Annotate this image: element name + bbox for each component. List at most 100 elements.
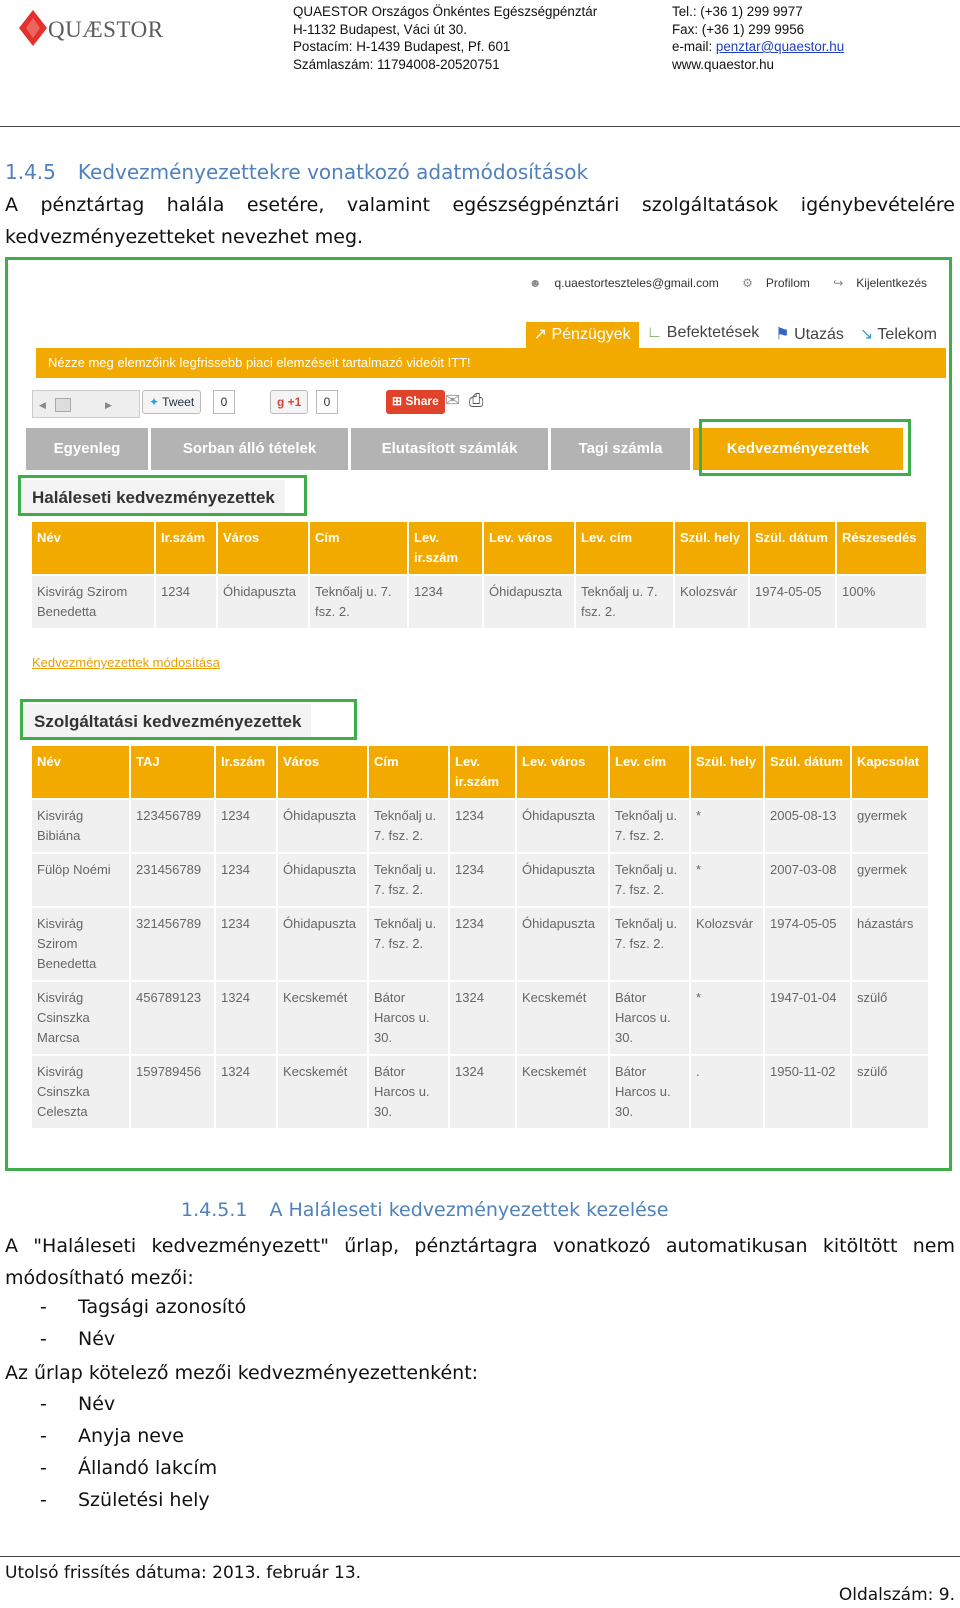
table-row: Kisvirág Bibiána 123456789 1234 Óhidapuszta… [30, 798, 930, 854]
chart-arrow-icon: ↗ [533, 326, 552, 343]
table-cell: Kisvirág Szirom Benedetta [30, 906, 131, 982]
print-icon[interactable]: ⎙ [469, 390, 483, 411]
list-bullet: - [40, 1393, 47, 1415]
required-intro: Az űrlap kötelező mezői kedvezményezette… [5, 1362, 479, 1384]
promo-banner[interactable]: Nézze meg elemzőink legfrissebb piaci el… [36, 348, 946, 378]
tweet-button[interactable]: ✦ Tweet [142, 390, 202, 414]
table-cell: 159789456 [129, 1054, 216, 1130]
contact-block: Tel.: (+36 1) 299 9977 Fax: (+36 1) 299 … [672, 3, 844, 73]
modify-beneficiaries-link[interactable]: Kedvezményezettek módosítása [32, 655, 220, 670]
table-cell: 1950-11-02 [763, 1054, 852, 1130]
table-cell: Kecskemét [276, 980, 369, 1056]
footer-rule [0, 1556, 960, 1557]
table-cell: Óhidapuszta [276, 852, 369, 908]
table-row: Kisvirág Csinszka Marcsa 456789123 1324 Kec… [30, 980, 930, 1056]
table-cell: Óhidapuszta [515, 852, 610, 908]
table-cell: 1324 [448, 1054, 517, 1130]
user-account[interactable]: ☻ q.uaestorteszteles@gmail.com [519, 276, 719, 290]
list-item: - Tagsági azonosító [40, 1296, 246, 1318]
table-cell: 1324 [214, 1054, 278, 1130]
table-cell: Teknőalj u. 7. fsz. 2. [608, 798, 691, 854]
column-header: Részesedés [835, 520, 928, 576]
list-bullet: - [40, 1328, 47, 1350]
user-bar: ☻ q.uaestorteszteles@gmail.com ⚙ Profilom … [509, 276, 927, 290]
list-bullet: - [40, 1296, 47, 1318]
table-cell: 1234 [214, 798, 278, 854]
menu-item-utazas[interactable]: ⚑ Utazás [767, 322, 852, 350]
column-header: Lev. város [515, 744, 610, 800]
table-cell: Óhidapuszta [276, 798, 369, 854]
table-row: Fülöp Noémi 231456789 1234 Óhidapuszta Teknő… [30, 852, 930, 908]
chart-icon: ∟ [646, 324, 667, 341]
table-cell: 123456789 [129, 798, 216, 854]
tab-egyenleg[interactable]: Egyenleg [26, 428, 148, 470]
gear-icon: ⚙ [742, 276, 753, 290]
profile-link[interactable]: ⚙ Profilom [732, 276, 810, 290]
tab-elutasitott[interactable]: Elutasított számlák [351, 428, 548, 470]
page-number: Oldalszám: 9. [838, 1585, 955, 1605]
table-row: Kisvirág Csinszka Celeszta 159789456 1324 K… [30, 1054, 930, 1130]
table-cell: 1324 [214, 980, 278, 1056]
share-button[interactable]: ⊞ Share [386, 390, 445, 414]
menu-item-penzugyek[interactable]: ↗ Pénzügyek [525, 322, 639, 350]
highlight-box-service [20, 699, 357, 740]
logout-link[interactable]: ↪ Kijelentkezés [823, 276, 927, 290]
profile-label: Profilom [765, 276, 810, 290]
menu-item-befektetesek[interactable]: ∟ Befektetések [639, 322, 768, 350]
gplus-button[interactable]: g +1 [270, 390, 309, 414]
column-header: Lev. ir.szám [448, 744, 517, 800]
table-row: Kisvirág Szirom Benedetta 1234 Óhidapuszta… [30, 574, 928, 630]
twitter-icon: ✦ [149, 395, 163, 409]
menu-item-telekom[interactable]: ↘ Telekom [852, 322, 945, 350]
list-item-text: Név [78, 1393, 116, 1415]
table-cell: Kecskemét [515, 1054, 610, 1130]
tab-tagi-szamla[interactable]: Tagi számla [551, 428, 690, 470]
table-cell: Kisvirág Csinszka Celeszta [30, 1054, 131, 1130]
table-cell: 1974-05-05 [763, 906, 852, 982]
table-cell: 1234 [214, 906, 278, 982]
logout-icon: ↪ [833, 276, 844, 290]
section-number: 1.4.5 [5, 160, 56, 184]
website[interactable]: www.quaestor.hu [672, 56, 844, 74]
column-header: Lev. cím [574, 520, 675, 576]
font-size-slider[interactable]: ◀ ▶ [32, 390, 140, 418]
table-cell: Kecskemét [515, 980, 610, 1056]
table-cell: 1947-01-04 [763, 980, 852, 1056]
email-link[interactable]: penztar@quaestor.hu [716, 39, 844, 54]
slider-handle[interactable] [55, 398, 71, 412]
email-icon[interactable]: ✉ [445, 390, 460, 411]
tab-sorban-allo[interactable]: Sorban álló tételek [151, 428, 348, 470]
table-cell: 321456789 [129, 906, 216, 982]
list-item-text: Születési hely [78, 1489, 210, 1511]
menu-label: Telekom [877, 326, 937, 343]
fax: Fax: (+36 1) 299 9956 [672, 21, 805, 37]
column-header: Cím [308, 520, 409, 576]
column-header: Lev. ir.szám [407, 520, 484, 576]
column-header: Szül. hely [673, 520, 750, 576]
list-item-text: Tagsági azonosító [78, 1296, 247, 1318]
table-cell: házastárs [850, 906, 930, 982]
subsection-number: 1.4.5.1 [181, 1199, 248, 1221]
email-label: e-mail: [672, 39, 716, 54]
table-cell: 1234 [214, 852, 278, 908]
menu-label: Utazás [794, 326, 844, 343]
table-cell: Kolozsvár [689, 906, 765, 982]
table-cell: Bátor Harcos u. 30. [608, 980, 691, 1056]
highlight-box-tab [699, 419, 911, 476]
table-cell: Óhidapuszta [482, 574, 576, 630]
table-cell: szülő [850, 1054, 930, 1130]
table-cell: 1324 [448, 980, 517, 1056]
column-header: Város [276, 744, 369, 800]
table-cell: 456789123 [129, 980, 216, 1056]
table-cell: Kisvirág Szirom Benedetta [30, 574, 156, 630]
column-header: TAJ [129, 744, 216, 800]
table-cell: Teknőalj u. 7. fsz. 2. [367, 852, 450, 908]
subsection-heading: 1.4.5.1 A Haláleseti kedvezményezettek ke… [181, 1199, 668, 1221]
column-header: Név [30, 744, 131, 800]
column-header: Szül. dátum [763, 744, 852, 800]
list-item: - Születési hely [40, 1489, 210, 1511]
table-cell: Teknőalj u. 7. fsz. 2. [367, 906, 450, 982]
menu-label: Pénzügyek [551, 326, 631, 343]
column-header: Város [216, 520, 310, 576]
address-line: Számlaszám: 11794008-20520751 [293, 56, 500, 72]
